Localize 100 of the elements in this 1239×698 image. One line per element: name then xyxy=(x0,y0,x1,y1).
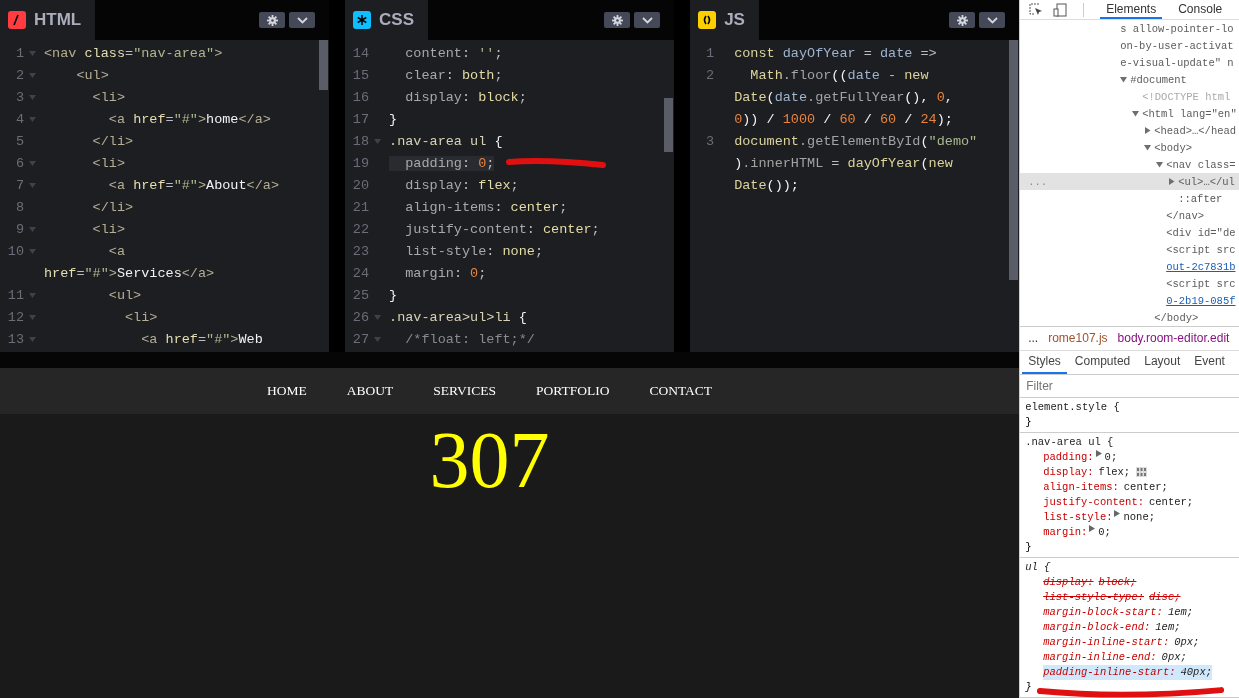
dropdown-button[interactable] xyxy=(979,12,1006,28)
css-declaration[interactable]: list-style: none; xyxy=(1043,510,1155,525)
dom-node-row[interactable]: <script src xyxy=(1020,275,1239,292)
dom-node-row[interactable]: ::after xyxy=(1020,190,1239,207)
dom-node-text: <script src xyxy=(1166,243,1236,256)
line-number: 14 xyxy=(351,45,370,61)
expanded-arrow-icon[interactable] xyxy=(1156,161,1164,168)
source-link[interactable]: ... xyxy=(1028,331,1039,346)
dom-node-row[interactable]: </nav> xyxy=(1020,207,1239,224)
dom-node-text: <script src xyxy=(1166,277,1236,290)
dom-node-row[interactable]: on-by-user-activat xyxy=(1020,37,1239,54)
dom-node-row[interactable]: #document xyxy=(1020,71,1239,88)
css-declaration[interactable]: display: flex; xyxy=(1043,465,1131,480)
styles-tab[interactable]: Computed xyxy=(1068,350,1137,374)
scrollbar-thumb[interactable] xyxy=(319,40,329,90)
dom-node-text: on-by-user-activat xyxy=(1120,39,1234,52)
code-line: <a href="#">About</a> xyxy=(107,177,279,193)
expanded-arrow-icon[interactable] xyxy=(1132,110,1140,117)
expanded-arrow-icon[interactable] xyxy=(1144,144,1152,151)
settings-button[interactable] xyxy=(259,12,286,28)
css-logo-icon xyxy=(353,11,372,29)
expand-arrow-icon[interactable] xyxy=(1089,525,1096,532)
code-line: document.getElementById("demo" xyxy=(734,133,978,149)
dom-node-row[interactable]: e-visual-update" n xyxy=(1020,54,1239,71)
line-number: 15 xyxy=(351,67,370,83)
dom-node-row[interactable]: ... <ul>…</ul xyxy=(1020,173,1239,190)
css-selector: element.style { xyxy=(1025,400,1121,415)
editor-tab[interactable]: CSS xyxy=(345,0,429,40)
line-number: 16 xyxy=(351,89,370,105)
css-declaration[interactable]: display: block; xyxy=(1043,575,1137,590)
dropdown-button[interactable] xyxy=(634,12,661,28)
dom-node-row[interactable]: <body> xyxy=(1020,139,1239,156)
css-declaration[interactable]: margin-block-end: 1em; xyxy=(1043,620,1181,635)
line-number: 6 xyxy=(14,155,24,171)
line-number: 1 xyxy=(14,45,24,61)
css-declaration[interactable]: align-items: center; xyxy=(1043,480,1168,495)
dom-node-row[interactable]: </body> xyxy=(1020,309,1239,326)
nav-link[interactable]: SERVICES xyxy=(433,383,496,399)
css-declaration[interactable]: margin-inline-end: 0px; xyxy=(1043,650,1187,665)
dom-node-text: e-visual-update" n xyxy=(1120,56,1234,69)
dom-node-text: <ul>…</ul xyxy=(1178,175,1235,188)
code-line: href="#">Services</a> xyxy=(44,265,215,281)
dropdown-button[interactable] xyxy=(289,12,316,28)
collapsed-arrow-icon[interactable] xyxy=(1144,127,1152,134)
nav-link[interactable]: CONTACT xyxy=(649,383,713,399)
code-line: .nav-area ul { xyxy=(389,133,503,149)
styles-tab[interactable]: Event xyxy=(1188,350,1231,374)
expand-arrow-icon[interactable] xyxy=(1095,450,1102,457)
expand-arrow-icon[interactable] xyxy=(1114,510,1121,517)
css-declaration[interactable]: padding-inline-start: 40px; xyxy=(1043,665,1212,680)
dom-node-row[interactable]: <script src xyxy=(1020,241,1239,258)
styles-tab[interactable]: Styles xyxy=(1022,350,1067,374)
code-line: <a href="#">Web xyxy=(140,331,263,347)
settings-button[interactable] xyxy=(604,12,631,28)
line-number: 11 xyxy=(6,287,24,303)
code-line: /*float: left;*/ xyxy=(404,331,535,347)
settings-button[interactable] xyxy=(949,12,976,28)
css-declaration[interactable]: justify-content: center; xyxy=(1043,495,1194,510)
collapsed-arrow-icon[interactable] xyxy=(1168,178,1176,185)
dom-node-row[interactable]: <nav class= xyxy=(1020,156,1239,173)
line-number: 2 xyxy=(705,67,715,83)
devtools-tab[interactable]: Elements xyxy=(1100,0,1163,19)
inspect-icon[interactable] xyxy=(1029,3,1044,16)
css-declaration[interactable]: margin-block-start: 1em; xyxy=(1043,605,1194,620)
device-icon[interactable] xyxy=(1053,2,1068,17)
dom-node-row[interactable]: s allow-pointer-lo xyxy=(1020,20,1239,37)
nav-link[interactable]: ABOUT xyxy=(346,383,394,399)
source-link[interactable]: body.room-editor.edit xyxy=(1117,331,1230,346)
code-line: ).innerHTML = dayOfYear(new xyxy=(734,155,953,171)
nav-link[interactable]: HOME xyxy=(267,383,307,399)
css-declaration[interactable]: list-style-type: disc; xyxy=(1043,590,1181,605)
line-number: 22 xyxy=(351,221,370,237)
dom-node-text: out-2c7831b xyxy=(1166,260,1236,273)
dom-node-row[interactable]: <div id="de xyxy=(1020,224,1239,241)
css-declaration[interactable]: margin-inline-start: 0px; xyxy=(1043,635,1200,650)
editor-tab[interactable]: JS xyxy=(690,0,759,40)
nav-link[interactable]: PORTFOLIO xyxy=(536,383,610,399)
css-declaration[interactable]: padding: 0; xyxy=(1043,450,1118,465)
dom-node-row[interactable]: 0-2b19-085f xyxy=(1020,292,1239,309)
settings-icon xyxy=(956,14,968,26)
scrollbar-thumb[interactable] xyxy=(664,98,674,152)
css-declaration[interactable]: margin: 0; xyxy=(1043,525,1111,540)
line-number: 3 xyxy=(705,133,715,149)
code-line: <a href="#">home</a> xyxy=(107,111,271,127)
flexbox-editor-icon[interactable] xyxy=(1136,467,1148,478)
dom-node-row[interactable]: <html lang="en" xyxy=(1020,105,1239,122)
scrollbar-thumb[interactable] xyxy=(1009,40,1019,280)
line-number: 3 xyxy=(14,89,24,105)
dom-node-row[interactable]: out-2c7831b xyxy=(1020,258,1239,275)
editor-tab[interactable]: HTML xyxy=(0,0,96,40)
dom-node-text: ::after xyxy=(1178,192,1223,205)
source-link[interactable]: rome107.js xyxy=(1048,331,1108,346)
html-logo-icon xyxy=(8,11,26,29)
line-number: 5 xyxy=(14,133,24,149)
chevron-down-icon xyxy=(296,16,308,24)
dom-node-row[interactable]: <head>…</head xyxy=(1020,122,1239,139)
expanded-arrow-icon[interactable] xyxy=(1120,76,1128,83)
devtools-tab[interactable]: Console xyxy=(1172,0,1229,19)
styles-tab[interactable]: Layout xyxy=(1138,350,1187,374)
settings-icon xyxy=(266,14,278,26)
